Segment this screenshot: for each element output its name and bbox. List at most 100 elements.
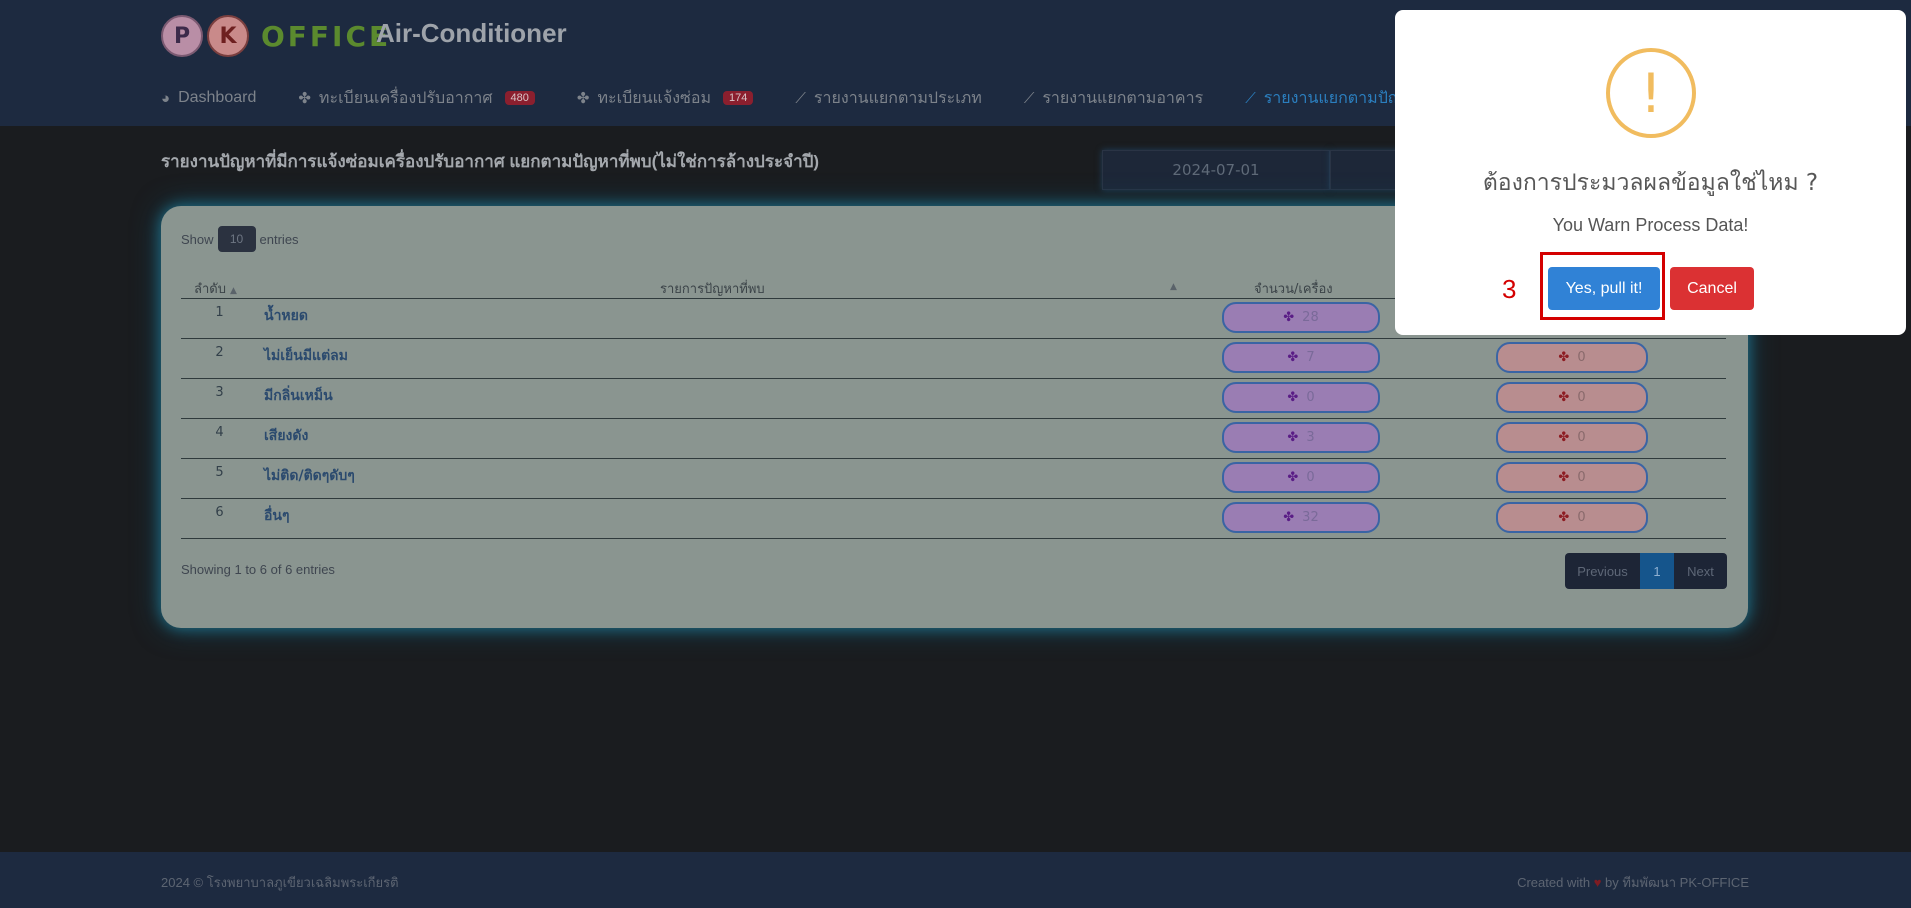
main-nav: ◕ Dashboard ✤ ทะเบียนเครื่องปรับอากาศ 48…: [161, 86, 1463, 110]
count-pill-secondary[interactable]: ✤ 0: [1496, 422, 1648, 453]
fan-icon: ✤: [1558, 390, 1570, 405]
fan-icon: ✤: [1287, 430, 1299, 445]
count-value: 0: [1306, 390, 1315, 405]
row-number: 3: [215, 385, 224, 400]
count-pill-secondary[interactable]: ✤ 0: [1496, 502, 1648, 533]
show-label: Show: [181, 231, 214, 247]
problem-name: ไม่เย็นมีแต่ลม: [264, 348, 348, 364]
nav-item-report-by-building[interactable]: ⟋ รายงานแยกตามอาคาร: [1024, 86, 1203, 111]
count-pill[interactable]: ✤ 28: [1222, 302, 1380, 333]
count-pill[interactable]: ✤ 0: [1222, 462, 1380, 493]
fan-icon: ✤: [1283, 510, 1295, 525]
count-value: 32: [1302, 510, 1319, 525]
count-badge: 174: [723, 91, 754, 105]
logo-p-circle: P: [161, 15, 203, 57]
column-header-no[interactable]: ลำดับ ▲: [194, 278, 237, 299]
heart-icon: ♥: [1593, 875, 1602, 890]
count-value: 7: [1306, 350, 1315, 365]
count-pill-secondary[interactable]: ✤ 0: [1496, 462, 1648, 493]
nav-item-label: รายงานแยกตามประเภท: [813, 89, 982, 107]
nav-item-repair-registry[interactable]: ✤ ทะเบียนแจ้งซ่อม 174: [577, 86, 754, 111]
entries-select[interactable]: 10: [217, 226, 256, 252]
fan-icon: ✤: [1558, 470, 1570, 485]
dialog-title: ต้องการประมวลผลข้อมูลใช่ไหม ?: [1482, 170, 1819, 196]
line-chart-icon: ⟋: [795, 89, 806, 107]
problem-name: เสียงดัง: [264, 428, 309, 444]
cancel-button[interactable]: Cancel: [1670, 267, 1754, 310]
previous-page-button[interactable]: Previous: [1565, 553, 1640, 589]
table-row: 2 ไม่เย็นมีแต่ลม ✤ 7 ✤ 0: [181, 339, 1726, 379]
count-value: 0: [1577, 470, 1586, 485]
count-pill[interactable]: ✤ 32: [1222, 502, 1380, 533]
fan-icon: ✤: [1558, 430, 1570, 445]
problem-name: อื่นๆ: [264, 508, 290, 524]
nav-item-dashboard[interactable]: ◕ Dashboard: [161, 89, 256, 107]
line-chart-icon: ⟋: [1245, 89, 1256, 107]
line-chart-icon: ⟋: [1023, 89, 1035, 107]
problem-name: น้ำหยด: [264, 308, 308, 324]
entries-length-control: Show 10 entries: [181, 226, 299, 252]
table-info: Showing 1 to 6 of 6 entries: [181, 562, 335, 577]
next-page-button[interactable]: Next: [1674, 553, 1727, 589]
count-value: 0: [1577, 510, 1586, 525]
column-header-label: ลำดับ: [194, 282, 226, 297]
sort-icon: ▲: [1170, 282, 1177, 292]
nav-item-label: ทะเบียนแจ้งซ่อม: [597, 89, 712, 107]
dialog-message: You Warn Process Data!: [1552, 215, 1749, 235]
fan-icon: ✤: [1558, 350, 1570, 365]
column-header-count[interactable]: จำนวน/เครื่อง: [1254, 278, 1333, 299]
column-header-problem[interactable]: รายการปัญหาที่พบ: [660, 278, 765, 299]
count-badge: 480: [504, 91, 535, 105]
table-row: 4 เสียงดัง ✤ 3 ✤ 0: [181, 419, 1726, 459]
credits-team: ทีมพัฒนา PK-OFFICE: [1622, 875, 1749, 890]
fan-icon: ✤: [1287, 350, 1299, 365]
count-pill[interactable]: ✤ 0: [1222, 382, 1380, 413]
count-value: 0: [1577, 350, 1586, 365]
annotation-highlight-box: [1540, 252, 1665, 320]
count-value: 0: [1306, 470, 1315, 485]
sort-icon: ▲: [229, 286, 237, 296]
problem-name: มีกลิ่นเหม็น: [264, 388, 333, 404]
table-row: 6 อื่นๆ ✤ 32 ✤ 0: [181, 499, 1726, 539]
problem-name: ไม่ติด/ติดๆดับๆ: [264, 468, 355, 484]
copyright-text: 2024 © โรงพยาบาลภูเขียวเฉลิมพระเกียรติ: [161, 875, 399, 890]
nav-item-label: Dashboard: [178, 89, 257, 106]
row-number: 6: [215, 505, 224, 520]
table-row: 3 มีกลิ่นเหม็น ✤ 0 ✤ 0: [181, 379, 1726, 419]
count-value: 0: [1577, 390, 1586, 405]
count-pill[interactable]: ✤ 7: [1222, 342, 1380, 373]
fan-icon: ✤: [1283, 310, 1295, 325]
annotation-step-number: 3: [1502, 274, 1517, 304]
entries-label: entries: [259, 231, 299, 247]
date-start-input[interactable]: 2024-07-01: [1102, 150, 1330, 190]
row-number: 1: [215, 305, 224, 320]
count-value: 0: [1577, 430, 1586, 445]
fan-icon: ✤: [1287, 390, 1299, 405]
fan-icon: ✤: [1287, 470, 1299, 485]
page-footer: 2024 © โรงพยาบาลภูเขียวเฉลิมพระเกียรติ C…: [0, 852, 1911, 908]
row-number: 2: [215, 345, 224, 360]
count-pill[interactable]: ✤ 3: [1222, 422, 1380, 453]
fan-icon: ✤: [576, 90, 590, 107]
warning-icon: !: [1606, 48, 1696, 138]
count-pill-secondary[interactable]: ✤ 0: [1496, 382, 1648, 413]
nav-item-label: ทะเบียนเครื่องปรับอากาศ: [318, 89, 493, 107]
page-title: รายงานปัญหาที่มีการแจ้งซ่อมเครื่องปรับอา…: [161, 152, 820, 171]
page-1-button[interactable]: 1: [1640, 553, 1674, 589]
pagination: Previous 1 Next: [1565, 553, 1727, 589]
pie-chart-icon: ◕: [161, 89, 171, 107]
table-row: 5 ไม่ติด/ติดๆดับๆ ✤ 0 ✤ 0: [181, 459, 1726, 499]
credits-by: by: [1605, 875, 1619, 890]
count-value: 3: [1306, 430, 1315, 445]
fan-icon: ✤: [1558, 510, 1570, 525]
count-pill-secondary[interactable]: ✤ 0: [1496, 342, 1648, 373]
nav-item-aircon-registry[interactable]: ✤ ทะเบียนเครื่องปรับอากาศ 480: [298, 86, 535, 111]
count-value: 28: [1302, 310, 1319, 325]
app-title: Air-Conditioner: [376, 18, 567, 48]
brand-logo[interactable]: P K OFFICE: [161, 14, 391, 58]
credits-prefix: Created with: [1517, 875, 1591, 890]
row-number: 4: [215, 425, 224, 440]
date-end-input[interactable]: [1330, 150, 1402, 190]
nav-item-report-by-type[interactable]: ⟋ รายงานแยกตามประเภท: [795, 86, 981, 111]
logo-k-circle: K: [207, 15, 249, 57]
